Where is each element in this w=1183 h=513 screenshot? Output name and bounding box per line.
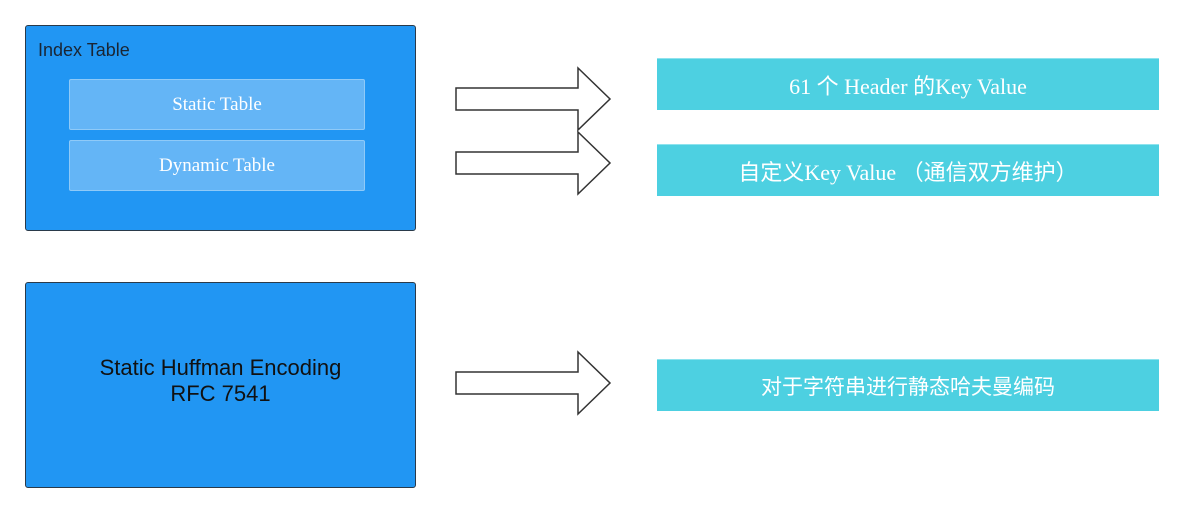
static-table-box: Static Table: [69, 79, 365, 130]
huffman-encoding-panel: Static Huffman Encoding RFC 7541: [25, 282, 416, 488]
huffman-result: 对于字符串进行静态哈夫曼编码: [657, 359, 1159, 411]
static-table-result: 61 个 Header 的Key Value: [657, 58, 1159, 110]
right-arrow-icon: [455, 350, 612, 416]
dynamic-table-result: 自定义Key Value （通信双方维护）: [657, 144, 1159, 196]
huffman-rfc: RFC 7541: [170, 381, 271, 406]
huffman-title: Static Huffman Encoding: [99, 355, 342, 380]
index-table-panel: Index Table Static Table Dynamic Table: [25, 25, 416, 231]
huffman-encoding-label: Static Huffman Encoding RFC 7541: [26, 355, 415, 407]
right-arrow-icon: [455, 66, 612, 132]
right-arrow-icon: [455, 130, 612, 196]
index-table-title: Index Table: [38, 40, 130, 60]
dynamic-table-box: Dynamic Table: [69, 140, 365, 191]
